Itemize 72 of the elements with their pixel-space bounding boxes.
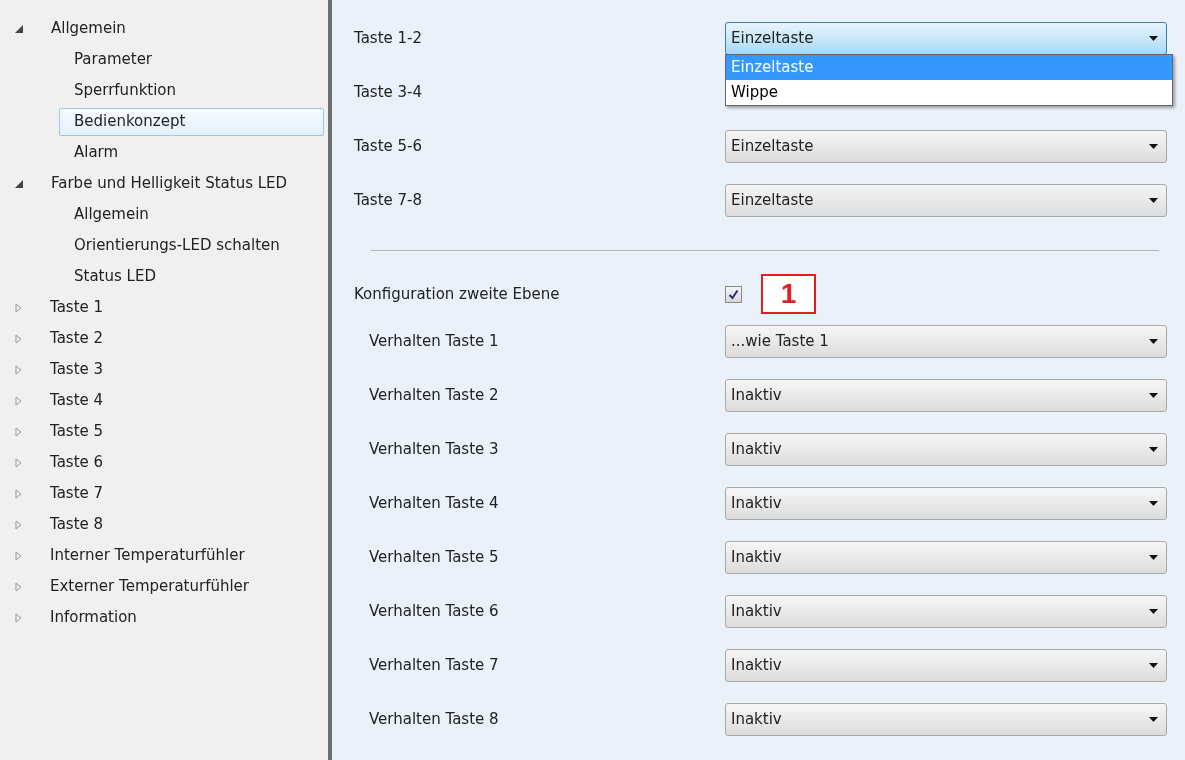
parameter-label: Verhalten Taste 5 xyxy=(368,546,500,568)
tree-item[interactable]: Status LED xyxy=(59,262,171,291)
parameter-label: Taste 7-8 xyxy=(354,189,424,211)
tree-item[interactable]: Taste 2 xyxy=(35,324,119,353)
annotation-number: 1 xyxy=(761,274,816,314)
caret-icon xyxy=(1149,554,1158,560)
caret-icon xyxy=(1149,500,1158,506)
dropdown[interactable]: Inaktiv xyxy=(725,486,1167,520)
dropdown[interactable]: ...wie Taste 1 xyxy=(725,324,1167,358)
caret-icon xyxy=(1149,35,1158,41)
dropdown[interactable]: Inaktiv xyxy=(725,702,1167,736)
caret-icon xyxy=(1149,446,1158,452)
dropdown[interactable]: Inaktiv xyxy=(725,432,1167,466)
tree-item[interactable]: Bedienkonzept xyxy=(59,107,324,136)
dropdown[interactable]: Inaktiv xyxy=(725,648,1167,682)
dropdown[interactable]: Einzeltaste xyxy=(725,21,1167,55)
tree-item[interactable]: Information xyxy=(35,603,152,632)
caret-icon xyxy=(1149,338,1158,344)
caret-icon xyxy=(1149,662,1158,668)
dropdown[interactable]: Inaktiv xyxy=(725,378,1167,412)
caret-icon xyxy=(1149,197,1158,203)
collapsed-triangle-icon[interactable] xyxy=(15,581,22,592)
tree-item[interactable]: Taste 7 xyxy=(35,479,119,508)
caret-icon xyxy=(1149,143,1158,149)
tree-item[interactable]: Taste 6 xyxy=(35,448,119,477)
collapsed-triangle-icon[interactable] xyxy=(15,550,22,561)
collapsed-triangle-icon[interactable] xyxy=(15,364,22,375)
tree-item[interactable]: Allgemein xyxy=(59,200,164,229)
tree-item[interactable]: Farbe und Helligkeit Status LED xyxy=(36,169,303,198)
collapsed-triangle-icon[interactable] xyxy=(15,519,22,530)
parameter-label: Verhalten Taste 7 xyxy=(368,654,500,676)
parameter-label: Verhalten Taste 8 xyxy=(368,708,500,730)
tree-item[interactable]: Alarm xyxy=(59,138,134,167)
parameter-label: Taste 1-2 xyxy=(354,27,424,49)
tree-item[interactable]: Taste 1 xyxy=(35,293,119,322)
tree-item[interactable]: Interner Temperaturfühler xyxy=(35,541,260,570)
tree-item[interactable]: Orientierungs-LED schalten xyxy=(59,231,295,260)
caret-icon xyxy=(1149,608,1158,614)
parameter-label: Konfiguration zweite Ebene xyxy=(354,283,561,305)
tree-item[interactable]: Taste 5 xyxy=(35,417,119,446)
dropdown-option[interactable]: Wippe xyxy=(726,79,1172,105)
collapsed-triangle-icon[interactable] xyxy=(15,612,22,623)
parameter-label: Taste 3-4 xyxy=(354,81,424,103)
collapsed-triangle-icon[interactable] xyxy=(15,488,22,499)
dropdown[interactable]: Einzeltaste xyxy=(725,129,1167,163)
collapsed-triangle-icon[interactable] xyxy=(15,457,22,468)
dropdown[interactable]: Einzeltaste xyxy=(725,183,1167,217)
expanded-triangle-icon[interactable] xyxy=(15,24,23,33)
collapsed-triangle-icon[interactable] xyxy=(15,426,22,437)
tree-item[interactable]: Taste 4 xyxy=(35,386,119,415)
dropdown[interactable]: Inaktiv xyxy=(725,540,1167,574)
tree-item[interactable]: Taste 8 xyxy=(35,510,119,539)
tree-item[interactable]: Sperrfunktion xyxy=(59,76,192,105)
checkmark-icon xyxy=(728,288,739,300)
checkbox[interactable] xyxy=(725,285,742,303)
tree-item[interactable]: Parameter xyxy=(59,45,168,74)
collapsed-triangle-icon[interactable] xyxy=(15,302,22,313)
dropdown[interactable]: Inaktiv xyxy=(725,594,1167,628)
parameter-label: Taste 5-6 xyxy=(354,135,424,157)
parameter-label: Verhalten Taste 6 xyxy=(368,600,500,622)
tree-item[interactable]: Taste 3 xyxy=(35,355,119,384)
parameter-label: Verhalten Taste 1 xyxy=(368,330,500,352)
parameter-label: Verhalten Taste 4 xyxy=(368,492,500,514)
collapsed-triangle-icon[interactable] xyxy=(15,333,22,344)
tree-item[interactable]: Externer Temperaturfühler xyxy=(35,572,264,601)
collapsed-triangle-icon[interactable] xyxy=(15,395,22,406)
caret-icon xyxy=(1149,392,1158,398)
caret-icon xyxy=(1149,716,1158,722)
tree-item[interactable]: Allgemein xyxy=(36,14,141,43)
parameter-label: Verhalten Taste 2 xyxy=(368,384,500,406)
parameter-label: Verhalten Taste 3 xyxy=(368,438,500,460)
expanded-triangle-icon[interactable] xyxy=(15,179,23,188)
